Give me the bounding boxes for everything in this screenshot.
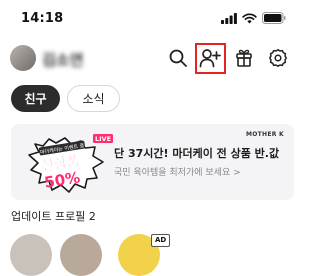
profile-avatar[interactable] [10, 234, 52, 276]
promo-artwork: 마더케이는 이벤트 중 전상품 50% LIVE [28, 134, 113, 193]
add-friend-highlight-box [195, 43, 226, 74]
tab-friends[interactable]: 친구 [11, 85, 60, 112]
status-time: 14:18 [21, 11, 64, 26]
gift-box-icon [236, 49, 252, 67]
profile-header: 김소연 [0, 40, 304, 78]
live-badge: LIVE [95, 135, 111, 143]
settings-button[interactable] [266, 46, 290, 70]
ad-banner[interactable]: 마더케이는 이벤트 중 전상품 50% LIVE MOTHER K 단 37시간… [11, 124, 294, 200]
ad-title: 단 37시간! 마더케이 전 상품 반.값 [114, 147, 280, 160]
profile-avatar[interactable] [60, 234, 102, 276]
my-username[interactable]: 김소연 [42, 49, 83, 70]
status-bar: 14:18 [0, 0, 304, 36]
signal-icon [221, 12, 237, 24]
gift-button[interactable] [232, 46, 256, 70]
search-button[interactable] [166, 46, 190, 70]
tab-news[interactable]: 소식 [67, 85, 120, 112]
ad-subtitle: 국민 육아템을 최저가에 보세요 > [114, 168, 241, 178]
search-icon [169, 49, 187, 67]
ad-badge: AD [151, 234, 171, 247]
updated-profiles-heading: 업데이트 프로필 2 [11, 210, 96, 223]
my-avatar[interactable] [10, 45, 36, 71]
brand-logo-text: MOTHER K [245, 131, 284, 138]
battery-icon [262, 12, 286, 24]
wifi-icon [242, 12, 257, 23]
settings-gear-icon [269, 49, 287, 67]
